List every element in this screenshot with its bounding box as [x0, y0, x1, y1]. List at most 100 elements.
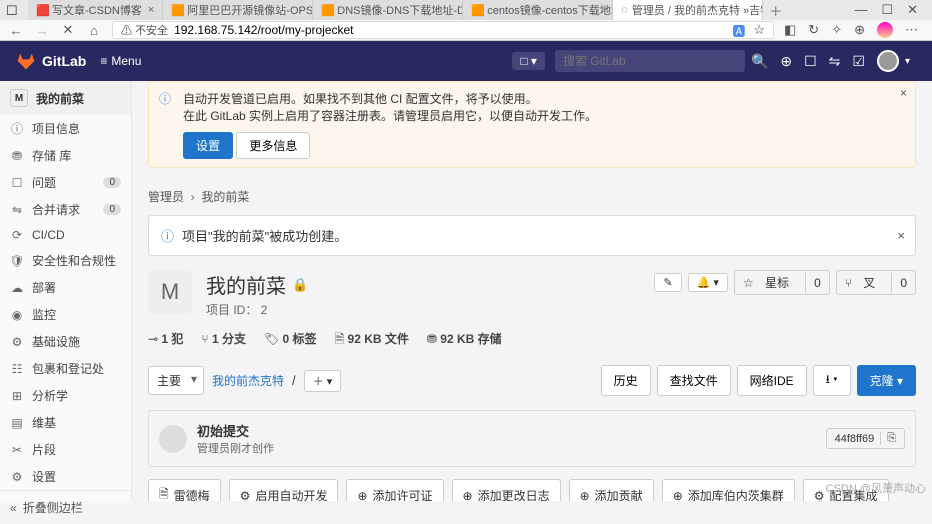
find-file-button[interactable]: 查找文件 [657, 365, 731, 396]
ext-icon[interactable]: ◧ [784, 22, 796, 38]
window-tabs-icon[interactable]: ☐ [6, 3, 20, 17]
merge-icon[interactable]: ⇋ [823, 49, 847, 74]
ext-icon[interactable]: ↻ [808, 22, 819, 38]
chip-k8s[interactable]: ⊕添加库伯内茨集群 [662, 479, 795, 501]
add-button[interactable]: ＋ ▾ [304, 370, 342, 392]
breadcrumb-link[interactable]: 管理员 [148, 190, 184, 204]
chip-readme[interactable]: 🗎雷德梅 [148, 479, 221, 501]
cloud-icon: ☁ [10, 281, 24, 295]
url-box[interactable]: ⚠ 不安全 🅰 ☆ [112, 21, 774, 39]
commit-avatar [159, 425, 187, 453]
history-button[interactable]: 历史 [601, 365, 651, 396]
sidebar-item-mr[interactable]: ⇋合并请求0 [0, 196, 131, 223]
stat-branches[interactable]: ⑂ 1 分支 [201, 330, 246, 351]
sidebar-item-deploy[interactable]: ☁部署 [0, 274, 131, 301]
chip-changelog[interactable]: ⊕添加更改日志 [452, 479, 561, 501]
browser-tab[interactable]: 🟧阿里巴巴开源镜像站-OPSX镜像…× [163, 0, 313, 20]
browser-tab[interactable]: 🟧DNS镜像-DNS下载地址-DNS安…× [313, 0, 463, 20]
stop-button[interactable]: ✕ [60, 22, 76, 38]
webide-button[interactable]: 网络IDE [737, 365, 807, 396]
clone-button[interactable]: 克隆 ▾ [857, 365, 916, 396]
ext-icon[interactable]: ✧ [831, 22, 842, 38]
url-input[interactable] [174, 23, 732, 37]
stat-commits[interactable]: ⊸ 1 犯 [148, 330, 183, 351]
maximize-button[interactable]: ☐ [881, 2, 893, 18]
chip-autodevops[interactable]: ⚙启用自动开发 [229, 479, 339, 501]
commit-title[interactable]: 初始提交 [197, 421, 274, 440]
path-link[interactable]: 我的前杰克特 [212, 372, 284, 389]
download-button[interactable]: ⭳ ▾ [813, 365, 851, 396]
more-info-button[interactable]: 更多信息 [236, 132, 310, 159]
sidebar-item-info[interactable]: ⓘ项目信息 [0, 115, 131, 142]
sidebar-item-infra[interactable]: ⚙基础设施 [0, 328, 131, 355]
project-dropdown[interactable]: □ ▾ [512, 52, 545, 70]
browser-tab[interactable]: 🟥写文章-CSDN博客× [28, 0, 163, 20]
fork-button[interactable]: ⑂ 叉0 [836, 270, 916, 295]
insecure-icon[interactable]: ⚠ 不安全 [121, 22, 168, 38]
copy-icon[interactable]: ⎘ [880, 432, 896, 445]
minimize-button[interactable]: — [854, 2, 867, 18]
more-icon[interactable]: ⋯ [905, 22, 918, 38]
sidebar-item-wiki[interactable]: ▤维基 [0, 409, 131, 436]
chip-contrib[interactable]: ⊕添加贡献 [569, 479, 654, 501]
close-icon[interactable]: × [900, 86, 907, 100]
sidebar-item-cicd[interactable]: ⟳CI/CD [0, 223, 131, 247]
chip-license[interactable]: ⊕添加许可证 [346, 479, 443, 501]
stat-storage[interactable]: ⛃ 92 KB 存储 [427, 330, 502, 351]
project-name: 我的前菜 [36, 90, 84, 107]
project-title: 我的前菜 🔒 [206, 270, 308, 299]
branch-select[interactable]: 主要 [148, 366, 204, 395]
forward-button[interactable]: → [34, 23, 50, 38]
stat-tags[interactable]: 🏷 0 标签 [264, 330, 317, 351]
close-icon[interactable]: × [897, 228, 905, 243]
star-button[interactable]: ☆ 星标0 [734, 270, 830, 295]
hamburger-icon: ≡ [100, 54, 107, 68]
sidebar-item-analytics[interactable]: ⊞分析学 [0, 382, 131, 409]
settings-button[interactable]: 设置 [183, 132, 233, 159]
menu-button[interactable]: ≡ Menu [100, 54, 141, 68]
browser-tab-active[interactable]: ◌管理员 / 我的前杰克特 »吉特拉…× [613, 0, 763, 20]
todo-icon[interactable]: ☑ [846, 49, 871, 74]
sidebar-item-repo[interactable]: ⛃存储 库 [0, 142, 131, 169]
plus-icon[interactable]: ⊕ [774, 49, 798, 74]
profile-avatar[interactable] [877, 22, 893, 38]
file-icon: 🗎 [159, 485, 169, 501]
close-icon[interactable]: × [148, 4, 154, 16]
ext-icon[interactable]: ⊕ [854, 22, 865, 38]
edit-button[interactable]: ✎ [654, 273, 681, 292]
sidebar-project-header[interactable]: M 我的前菜 [0, 81, 131, 115]
issues-icon: ☐ [10, 176, 24, 190]
csdn-icon: 🟥 [36, 4, 48, 16]
breadcrumb-link[interactable]: 我的前菜 [201, 190, 249, 204]
sidebar-item-snippets[interactable]: ✂片段 [0, 436, 131, 463]
commit-sha[interactable]: 44f8ff69 ⎘ [826, 428, 905, 449]
stat-files[interactable]: 🗎 92 KB 文件 [335, 330, 409, 351]
search-input[interactable] [555, 50, 745, 72]
gitlab-logo[interactable]: GitLab [16, 51, 86, 71]
main-content: ⓘ × 自动开发管道已启用。如果找不到其他 CI 配置文件，将予以使用。 在此 … [132, 81, 932, 501]
collapse-sidebar[interactable]: «折叠侧边栏 [0, 490, 131, 524]
sidebar-item-packages[interactable]: ☷包裹和登记处 [0, 355, 131, 382]
sidebar-item-security[interactable]: 🛡安全性和合规性 [0, 247, 131, 274]
sidebar-item-settings[interactable]: ⚙设置 [0, 463, 131, 490]
home-button[interactable]: ⌂ [86, 23, 102, 38]
notify-button[interactable]: 🔔 ▾ [688, 273, 728, 292]
browser-tab[interactable]: 🟧centos镜像-centos下载地址-ce…× [463, 0, 613, 20]
issues-icon[interactable]: ☐ [798, 49, 823, 74]
close-button[interactable]: ✕ [907, 2, 918, 18]
sidebar-item-issues[interactable]: ☐问题0 [0, 169, 131, 196]
chevron-down-icon[interactable]: ▾ [899, 52, 916, 71]
repo-controls: 主要 我的前杰克特 / ＋ ▾ 历史 查找文件 网络IDE ⭳ ▾ 克隆 ▾ [148, 365, 916, 396]
aliyun-icon: 🟧 [171, 4, 183, 16]
back-button[interactable]: ← [8, 23, 24, 38]
project-avatar-sm: M [10, 89, 28, 107]
translate-icon[interactable]: 🅰 [732, 21, 745, 40]
bookmark-icon[interactable]: ☆ [753, 22, 765, 38]
count-badge: 0 [103, 204, 121, 215]
new-tab-button[interactable]: ＋ [763, 1, 788, 20]
search-icon[interactable]: 🔍 [745, 49, 774, 74]
sidebar-item-monitor[interactable]: ◉监控 [0, 301, 131, 328]
gitlab-header: GitLab ≡ Menu □ ▾ 🔍 ⊕ ☐ ⇋ ☑ ▾ [0, 41, 932, 81]
lock-icon: 🔒 [292, 277, 308, 293]
user-avatar[interactable] [877, 50, 899, 72]
